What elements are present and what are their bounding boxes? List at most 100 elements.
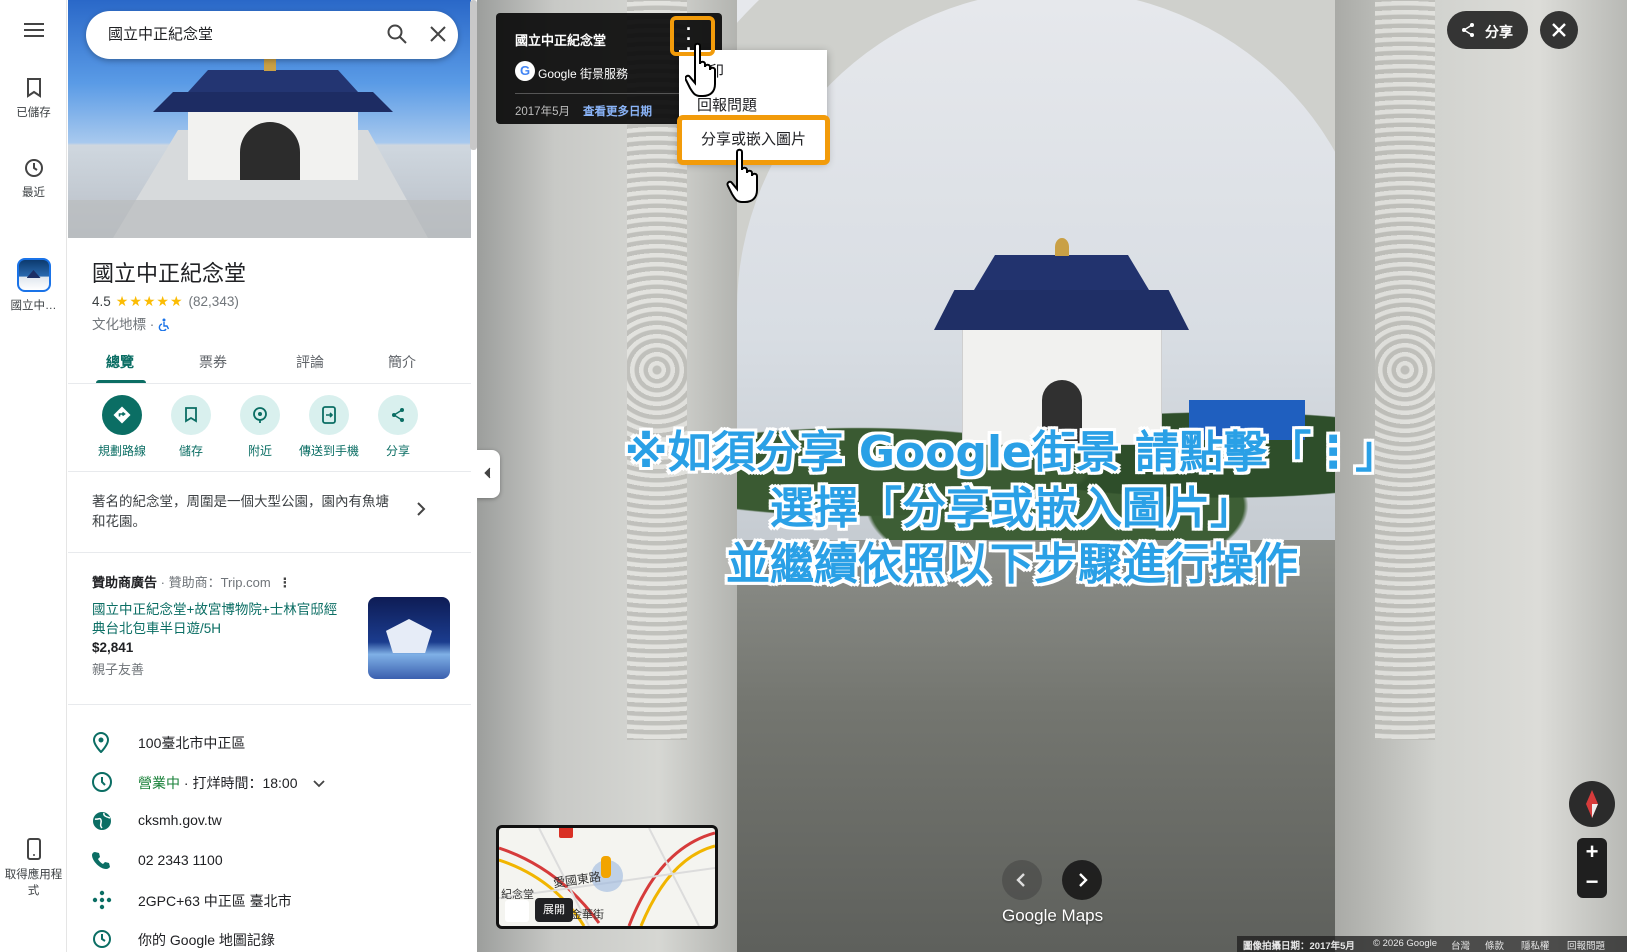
address-row[interactable]: 100臺北市中正區	[68, 727, 471, 757]
phone-icon	[26, 838, 41, 860]
hand-cursor-icon	[726, 148, 758, 203]
tab-about[interactable]: 簡介	[388, 352, 416, 372]
nearby-button[interactable]: 附近	[224, 395, 296, 459]
google-maps-logo: Google Maps	[1002, 906, 1104, 925]
phone-call-icon	[92, 852, 110, 869]
globe-icon	[93, 812, 111, 830]
region-link[interactable]: 台灣	[1451, 938, 1470, 952]
close-icon[interactable]	[428, 24, 448, 44]
carving-right	[1375, 0, 1435, 740]
search-input[interactable]	[108, 25, 358, 42]
sponsored-heading: 贊助商廣告	[92, 575, 158, 590]
sponsored-tag: 親子友善	[92, 662, 145, 677]
mini-map[interactable]: 愛國東路 紀念堂 金華街 展開	[496, 825, 718, 929]
zoom-controls: + −	[1577, 838, 1607, 898]
sponsored-header: 贊助商廣告 · 贊助商：Trip.com ⋮	[92, 572, 291, 591]
street-view-share-label: 分享	[1485, 24, 1513, 40]
zoom-in-button[interactable]: +	[1577, 838, 1607, 868]
action-buttons: 規劃路線 儲存 附近 傳送到手機 分享	[68, 395, 471, 467]
street-view-title: 國立中正紀念堂	[515, 33, 607, 48]
hamburger-menu-icon	[23, 23, 44, 37]
terms-link[interactable]: 條款	[1485, 938, 1504, 952]
fullscreen-icon[interactable]	[505, 900, 529, 922]
send-to-phone-icon	[322, 406, 336, 424]
copyright-text: © 2026 Google	[1373, 938, 1438, 949]
website-text: cksmh.gov.tw	[138, 812, 222, 828]
chevron-right-icon[interactable]	[416, 502, 426, 516]
send-to-phone-button[interactable]: 傳送到手機	[293, 395, 365, 459]
previous-image-button[interactable]	[1002, 860, 1042, 900]
get-app-label: 取得應用程式	[4, 869, 63, 897]
history-row[interactable]: 你的 Google 地圖記錄	[68, 924, 471, 952]
save-button[interactable]: 儲存	[155, 395, 227, 459]
sponsored-title[interactable]: 國立中正紀念堂+故宮博物院+士林官邸經典台北包車半日遊/5H	[92, 600, 342, 638]
next-image-button[interactable]	[1062, 860, 1102, 900]
rail-saved-button[interactable]: 已儲存	[0, 78, 67, 120]
collapse-panel-button[interactable]	[477, 450, 500, 498]
tab-tickets[interactable]: 票券	[199, 352, 227, 372]
instruction-line-3: 並繼續依照以下步驟進行操作	[726, 539, 1298, 590]
street-view-close-button[interactable]	[1540, 11, 1578, 49]
attribution-bar: 圖像拍攝日期：2017年5月 © 2026 Google 台灣 條款 隱私權 回…	[1237, 936, 1627, 952]
chevron-left-icon	[1016, 873, 1025, 887]
place-panel: 國立中正紀念堂 4.5 ★★★★★ (82,343) 文化地標 · 總覽 票券 …	[68, 0, 477, 952]
share-button[interactable]: 分享	[362, 395, 434, 459]
place-tabs: 總覽 票券 評論 簡介	[68, 340, 471, 384]
website-row[interactable]: cksmh.gov.tw	[68, 806, 471, 836]
hand-cursor-icon	[685, 42, 716, 97]
send-to-phone-label: 傳送到手機	[298, 444, 359, 458]
rating-row[interactable]: 4.5 ★★★★★ (82,343)	[92, 293, 239, 310]
category-row: 文化地標 ·	[92, 313, 170, 333]
privacy-link[interactable]: 隱私權	[1521, 938, 1550, 952]
place-description[interactable]: 著名的紀念堂，周圍是一個大型公園，園內有魚塘和花園。	[92, 492, 402, 532]
divider	[68, 704, 471, 705]
get-app-button[interactable]: 取得應用程式	[0, 838, 67, 898]
rating-value: 4.5	[92, 294, 111, 309]
plus-code-row[interactable]: 2GPC+63 中正區 臺北市	[68, 885, 471, 915]
google-g-icon: G	[515, 61, 535, 81]
rail-saved-label: 已儲存	[16, 107, 51, 119]
review-count[interactable]: (82,343)	[189, 294, 239, 309]
clock-icon	[92, 772, 112, 792]
instruction-line-1: ※如須分享 Google街景 請點擊「⋮」	[624, 427, 1400, 478]
panel-scrollbar[interactable]	[470, 0, 477, 150]
sponsored-thumbnail[interactable]	[368, 597, 450, 679]
hours-row[interactable]: 營業中 · 打烊時間：18:00	[68, 767, 471, 797]
phone-row[interactable]: 02 2343 1100	[68, 846, 471, 876]
close-icon	[1552, 23, 1566, 37]
compass-needle-icon	[1586, 790, 1598, 818]
more-vert-icon[interactable]: ⋮	[278, 575, 291, 590]
history-icon	[93, 930, 111, 948]
search-icon[interactable]	[386, 23, 408, 45]
capture-date: 2017年5月	[515, 106, 570, 118]
share-icon	[392, 408, 404, 422]
see-more-dates-link[interactable]: 查看更多日期	[583, 103, 652, 119]
mini-map-roads	[499, 828, 715, 926]
search-box	[86, 11, 458, 59]
place-title: 國立中正紀念堂	[92, 261, 247, 286]
place-category[interactable]: 文化地標 ·	[92, 317, 158, 332]
report-problem-link[interactable]: 回報問題	[1567, 938, 1605, 952]
tab-overview[interactable]: 總覽	[106, 352, 134, 372]
rail-place-button[interactable]: 國立中…	[0, 258, 67, 313]
expand-map-tooltip: 展開	[535, 898, 573, 922]
instruction-overlay: ※如須分享 Google街景 請點擊「⋮」 選擇「分享或嵌入圖片」 並繼續依照以…	[532, 425, 1492, 593]
rail-recent-button[interactable]: 最近	[0, 158, 67, 200]
history-icon	[24, 159, 43, 177]
map-label-jinhua-street: 金華街	[571, 909, 604, 921]
sponsored-price: $2,841	[92, 640, 134, 655]
chevron-down-icon[interactable]	[313, 780, 326, 788]
open-status: 營業中	[138, 775, 180, 791]
compass-icon[interactable]	[1569, 781, 1615, 827]
plus-code-icon	[92, 890, 112, 910]
chevron-right-icon	[1079, 873, 1088, 887]
zoom-out-button[interactable]: −	[1577, 868, 1607, 898]
street-view-share-button[interactable]: 分享	[1447, 11, 1528, 49]
address-text: 100臺北市中正區	[138, 735, 246, 751]
tab-reviews[interactable]: 評論	[296, 352, 324, 372]
history-text: 你的 Google 地圖記錄	[138, 932, 275, 948]
directions-button[interactable]: 規劃路線	[86, 395, 158, 459]
street-view[interactable]: 國立中正紀念堂 G Google 街景服務 2017年5月 查看更多日期 印 回…	[477, 0, 1627, 952]
active-tab-indicator	[96, 380, 146, 383]
menu-button[interactable]	[0, 22, 67, 44]
